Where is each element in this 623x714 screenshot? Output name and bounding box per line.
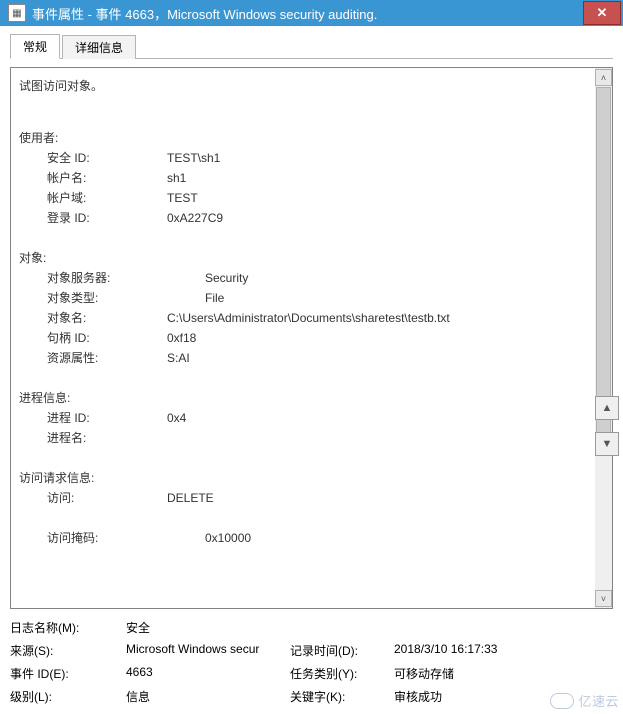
- event-description-content: 试图访问对象。 使用者: 安全 ID:TEST\sh1 帐户名:sh1 帐户域:…: [11, 68, 595, 608]
- process-id-value: 0x4: [167, 408, 587, 428]
- eventid-label: 事件 ID(E):: [10, 665, 122, 682]
- access-value: DELETE: [167, 488, 587, 508]
- logname-value: 安全: [126, 619, 613, 636]
- taskcat-label: 任务类别(Y):: [290, 665, 390, 682]
- user-logon-value: 0xA227C9: [167, 208, 587, 228]
- section-process: 进程信息:: [19, 388, 587, 408]
- system-menu-icon[interactable]: ▦: [8, 4, 26, 22]
- object-resattr-value: S:AI: [167, 348, 587, 368]
- arrow-up-icon: ▲: [602, 402, 613, 414]
- process-id-label: 进程 ID:: [19, 408, 167, 428]
- event-meta-grid: 日志名称(M): 安全 来源(S): Microsoft Windows sec…: [10, 619, 613, 705]
- watermark-text: 亿速云: [578, 691, 619, 710]
- tab-details-label: 详细信息: [75, 41, 123, 55]
- user-account-label: 帐户名:: [19, 168, 167, 188]
- user-account-value: sh1: [167, 168, 587, 188]
- object-name-label: 对象名:: [19, 308, 167, 328]
- section-access: 访问请求信息:: [19, 468, 587, 488]
- close-button[interactable]: ✕: [583, 1, 621, 25]
- tab-details[interactable]: 详细信息: [62, 35, 136, 59]
- intro-text: 试图访问对象。: [19, 76, 587, 96]
- client-area: 常规 详细信息 试图访问对象。 使用者: 安全 ID:TEST\sh1 帐户名:…: [0, 26, 623, 713]
- access-mask-value: 0x10000: [205, 528, 587, 548]
- window-title: 事件属性 - 事件 4663，Microsoft Windows securit…: [32, 4, 583, 23]
- user-domain-label: 帐户域:: [19, 188, 167, 208]
- object-resattr-label: 资源属性:: [19, 348, 167, 368]
- object-server-value: Security: [205, 268, 587, 288]
- scroll-thumb[interactable]: [596, 87, 611, 449]
- tab-general[interactable]: 常规: [10, 34, 60, 59]
- object-server-label: 对象服务器:: [19, 268, 205, 288]
- process-name-label: 进程名:: [19, 428, 167, 448]
- scroll-track[interactable]: [595, 87, 612, 589]
- event-description-pane: 试图访问对象。 使用者: 安全 ID:TEST\sh1 帐户名:sh1 帐户域:…: [10, 67, 613, 609]
- user-logon-label: 登录 ID:: [19, 208, 167, 228]
- arrow-down-icon: ▼: [602, 438, 613, 450]
- source-label: 来源(S):: [10, 642, 122, 659]
- object-type-label: 对象类型:: [19, 288, 205, 308]
- logged-label: 记录时间(D):: [290, 642, 390, 659]
- object-handle-value: 0xf18: [167, 328, 587, 348]
- eventid-value: 4663: [126, 665, 286, 682]
- tab-row: 常规 详细信息: [10, 34, 613, 59]
- user-domain-value: TEST: [167, 188, 587, 208]
- level-label: 级别(L):: [10, 688, 122, 705]
- access-label: 访问:: [19, 488, 167, 508]
- access-mask-label: 访问掩码:: [19, 528, 205, 548]
- cloud-icon: [550, 693, 574, 709]
- scroll-down-button[interactable]: ˅: [595, 590, 612, 607]
- section-user: 使用者:: [19, 128, 587, 148]
- process-name-value: [167, 428, 587, 448]
- watermark: 亿速云: [550, 691, 619, 710]
- source-value: Microsoft Windows secur: [126, 642, 286, 659]
- next-record-button[interactable]: ▼: [595, 432, 619, 456]
- logname-label: 日志名称(M):: [10, 619, 122, 636]
- title-bar: ▦ 事件属性 - 事件 4663，Microsoft Windows secur…: [0, 0, 623, 26]
- taskcat-value: 可移动存储: [394, 665, 613, 682]
- record-nav: ▲ ▼: [595, 396, 617, 468]
- user-sid-value: TEST\sh1: [167, 148, 587, 168]
- prev-record-button[interactable]: ▲: [595, 396, 619, 420]
- object-type-value: File: [205, 288, 587, 308]
- section-object: 对象:: [19, 248, 587, 268]
- keywords-label: 关键字(K):: [290, 688, 390, 705]
- object-name-value: C:\Users\Administrator\Documents\sharete…: [167, 308, 587, 328]
- scroll-up-button[interactable]: ˄: [595, 69, 612, 86]
- user-sid-label: 安全 ID:: [19, 148, 167, 168]
- level-value: 信息: [126, 688, 286, 705]
- object-handle-label: 句柄 ID:: [19, 328, 167, 348]
- tab-general-label: 常规: [23, 40, 47, 54]
- logged-value: 2018/3/10 16:17:33: [394, 642, 613, 659]
- vertical-scrollbar[interactable]: ˄ ˅: [595, 68, 612, 608]
